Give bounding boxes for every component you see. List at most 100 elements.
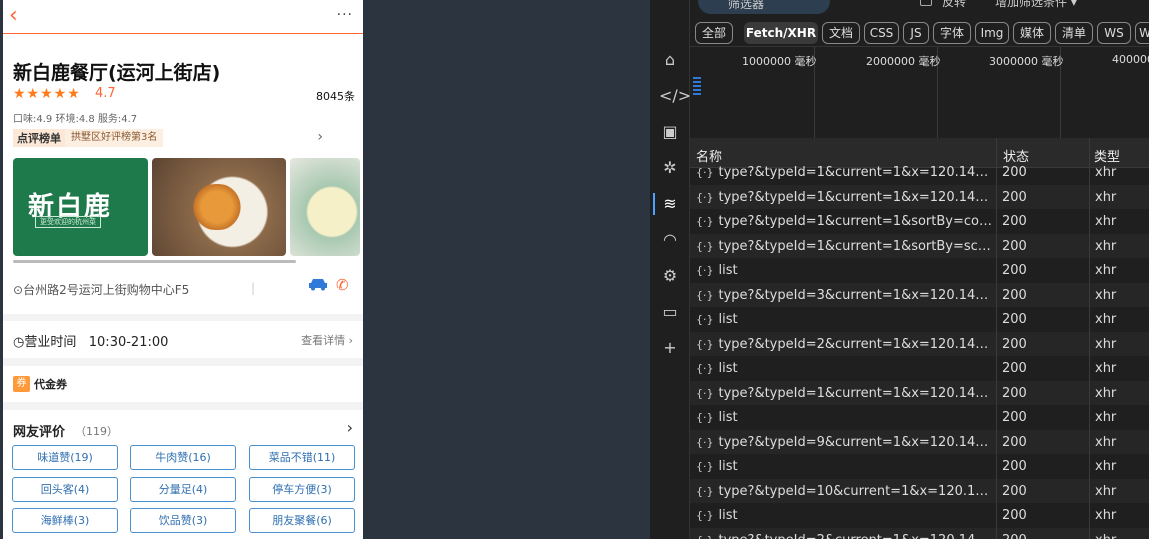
request-name-text: list [718,361,738,376]
filter-input[interactable]: 筛选器 [698,0,830,14]
photo-dish-2[interactable] [290,158,360,256]
fetch-icon: {·} [696,386,714,400]
column-divider [996,138,997,539]
hours: ◷营业时间 10:30-21:00 [13,331,168,350]
plus-icon[interactable]: + [659,337,681,359]
table-row[interactable]: {·} type?&typeId=1&current=1&sortBy=comm.… [690,209,1149,234]
devtools-panel: ⌂ </> ▣ ✲ ≋ ◠ ⚙ ▭ + 筛选器 反转 增加筛选条件 ▾ 全部 F… [650,0,1149,539]
table-row[interactable]: {·} list 200 xhr [690,503,1149,528]
table-row[interactable]: {·} list 200 xhr [690,307,1149,332]
review-tag[interactable]: 菜品不错(11) [249,445,355,470]
table-row[interactable]: {·} list 200 xhr [690,356,1149,381]
request-name-text: list [718,508,738,523]
type-filter-media[interactable]: 媒体 [1013,22,1051,44]
table-row[interactable]: {·} list 200 xhr [690,454,1149,479]
code-icon[interactable]: </> [659,85,691,107]
review-tag[interactable]: 停车方便(3) [249,477,355,502]
gallery-scrollbar [13,260,296,263]
type-filter-font[interactable]: 字体 [933,22,971,44]
table-row[interactable]: {·} type?&typeId=1&current=1&sortBy=score… [690,233,1149,258]
request-status: 200 [1002,165,1027,180]
address[interactable]: ⊙台州路2号运河上街购物中心F5 [13,281,189,298]
car-icon[interactable] [308,277,328,291]
table-row[interactable]: {·} list 200 xhr [690,258,1149,283]
type-filter-js[interactable]: JS [903,22,929,44]
photo-logo[interactable]: 新白鹿 更受欢迎的杭州菜 [13,158,148,256]
request-status: 200 [1002,238,1027,254]
fetch-icon: {·} [696,190,714,204]
table-row[interactable]: {·} type?&typeId=2&current=1&x=120.149993… [690,331,1149,356]
review-count[interactable]: 8045条 [316,88,355,104]
address-text: 台州路2号运河上街购物中心F5 [23,283,190,297]
request-name-text: type?&typeId=1&current=1&sortBy=score... [718,238,993,254]
coupon-card[interactable]: 券 代金券 [3,366,363,402]
review-tag[interactable]: 回头客(4) [12,477,118,502]
application-icon[interactable]: ▭ [659,301,681,323]
cpu-icon[interactable]: ⚙ [659,265,681,287]
type-filter-all[interactable]: 全部 [695,22,733,44]
active-indicator [653,193,655,215]
location-pin-icon: ⊙ [13,283,24,297]
request-name-text: type?&typeId=9&current=1&x=120.149993... [718,434,993,450]
request-type: xhr [1095,410,1117,425]
rank-row[interactable]: 点评榜单 拱墅区好评榜第3名 [13,129,164,147]
network-timeline[interactable]: 1000000 毫秒 2000000 毫秒 3000000 毫秒 400000 [690,46,1149,139]
network-icon[interactable]: ≋ [659,193,681,215]
request-status: 200 [1002,312,1027,327]
table-row[interactable]: {·} type?&typeId=9&current=1&x=120.149993… [690,429,1149,454]
review-tag[interactable]: 海鲜棒(3) [12,508,118,533]
phone-icon[interactable]: ✆ [336,276,349,294]
request-status: 200 [1002,434,1027,450]
request-status: 200 [1002,459,1027,474]
timeline-label: 1000000 毫秒 [742,55,817,68]
fetch-icon: {·} [696,264,714,277]
more-filters-dropdown[interactable]: 增加筛选条件 ▾ [995,0,1077,10]
table-row[interactable]: {·} type?&typeId=1&current=1&x=120.149993… [690,160,1149,185]
resource-type-filters: 全部 Fetch/XHR 文档 CSS JS 字体 Img 媒体 清单 WS W [690,22,1149,46]
request-name: {·} list [696,459,992,474]
request-status: 200 [1002,385,1027,401]
type-filter-css[interactable]: CSS [864,22,899,44]
review-tag[interactable]: 饮品赞(3) [130,508,236,533]
review-tag[interactable]: 牛肉赞(16) [130,445,236,470]
request-name-text: list [718,312,738,327]
request-name: {·} type?&typeId=1&current=1&sortBy=score… [696,239,992,254]
request-bar [693,85,701,87]
request-type: xhr [1095,508,1117,523]
photo-gallery[interactable]: 新白鹿 更受欢迎的杭州菜 [13,158,363,256]
request-type: xhr [1095,165,1117,180]
table-row[interactable]: {·} list 200 xhr [690,405,1149,430]
reviews-card: 网友评价 （119） › 味道赞(19) 牛肉赞(16) 菜品不错(11) 回头… [3,410,363,539]
request-status: 200 [1002,263,1027,278]
type-filter-ws[interactable]: WS [1097,22,1131,44]
view-details-link[interactable]: 查看详情 › [301,332,353,348]
type-filter-wasm[interactable]: W [1135,22,1149,44]
type-filter-manifest[interactable]: 清单 [1055,22,1093,44]
review-tag[interactable]: 分量足(4) [130,477,236,502]
request-name: {·} type?&typeId=1&current=1&sortBy=comm.… [696,214,992,229]
more-icon[interactable]: ··· [337,7,353,23]
table-row[interactable]: {·} type?&typeId=10&current=1&x=120.14999… [690,478,1149,503]
type-filter-fetch-xhr[interactable]: Fetch/XHR [744,22,818,44]
table-row[interactable]: {·} type?&typeId=1&current=1&x=120.149993… [690,184,1149,209]
table-row[interactable]: {·} type?&typeId=1&current=1&x=120.149993… [690,380,1149,405]
review-tag[interactable]: 朋友聚餐(6) [249,508,355,533]
table-row[interactable]: {·} type?&typeId=2&current=1&x=120.149993… [690,527,1149,539]
performance-icon[interactable]: ◠ [659,229,681,251]
chevron-right-icon[interactable]: › [347,418,353,437]
chevron-left-icon[interactable]: ‹ [9,3,18,29]
console-icon[interactable]: ▣ [659,121,681,143]
invert-checkbox[interactable] [920,0,932,6]
request-name: {·} list [696,263,992,278]
review-tag[interactable]: 味道赞(19) [12,445,118,470]
request-name: {·} type?&typeId=1&current=1&x=120.149993… [696,386,992,401]
type-filter-img[interactable]: Img [975,22,1009,44]
photo-dish[interactable] [152,158,286,256]
fetch-icon: {·} [696,362,714,375]
type-filter-doc[interactable]: 文档 [822,22,860,44]
bug-icon[interactable]: ✲ [659,157,681,179]
request-name: {·} type?&typeId=3&current=1&x=120.149993… [696,288,992,303]
chevron-right-icon[interactable]: › [317,129,323,145]
table-row[interactable]: {·} type?&typeId=3&current=1&x=120.149993… [690,282,1149,307]
home-icon[interactable]: ⌂ [659,49,681,71]
